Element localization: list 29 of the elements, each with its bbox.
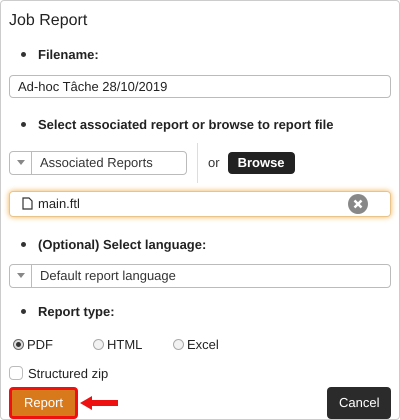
file-field[interactable]: main.ftl <box>9 190 391 217</box>
radio-label: Excel <box>187 336 219 354</box>
bullet-icon <box>21 242 26 248</box>
structured-zip-checkbox[interactable]: Structured zip <box>9 364 391 383</box>
report-source-label: Select associated report or browse to report file <box>38 116 334 134</box>
file-name: main.ftl <box>38 195 81 214</box>
report-type-label: Report type: <box>38 302 115 321</box>
file-icon <box>22 197 33 210</box>
filename-label: Filename: <box>38 46 99 64</box>
dialog-title: Job Report <box>9 11 88 31</box>
cancel-button[interactable]: Cancel <box>327 387 391 419</box>
or-text: or <box>208 154 220 172</box>
browse-button[interactable]: Browse <box>228 152 295 174</box>
bullet-icon <box>21 308 26 314</box>
radio-button[interactable] <box>173 339 184 350</box>
report-select[interactable]: Associated Reports <box>9 150 187 175</box>
filename-field[interactable]: Ad-hoc Tâche 28/10/2019 <box>9 74 391 98</box>
radio-button[interactable] <box>93 339 104 350</box>
caret-icon <box>16 273 24 278</box>
radio-label: HTML <box>107 336 142 354</box>
bullet-icon <box>21 122 26 128</box>
radio-label: PDF <box>27 336 53 354</box>
language-label: (Optional) Select language: <box>38 236 206 254</box>
clear-icon[interactable] <box>348 194 368 214</box>
radio-button[interactable] <box>13 339 24 350</box>
pointer-arrow-icon <box>80 396 118 410</box>
bullet-icon <box>21 52 26 58</box>
caret-icon <box>16 160 24 166</box>
language-select[interactable]: Default report language <box>9 264 391 288</box>
